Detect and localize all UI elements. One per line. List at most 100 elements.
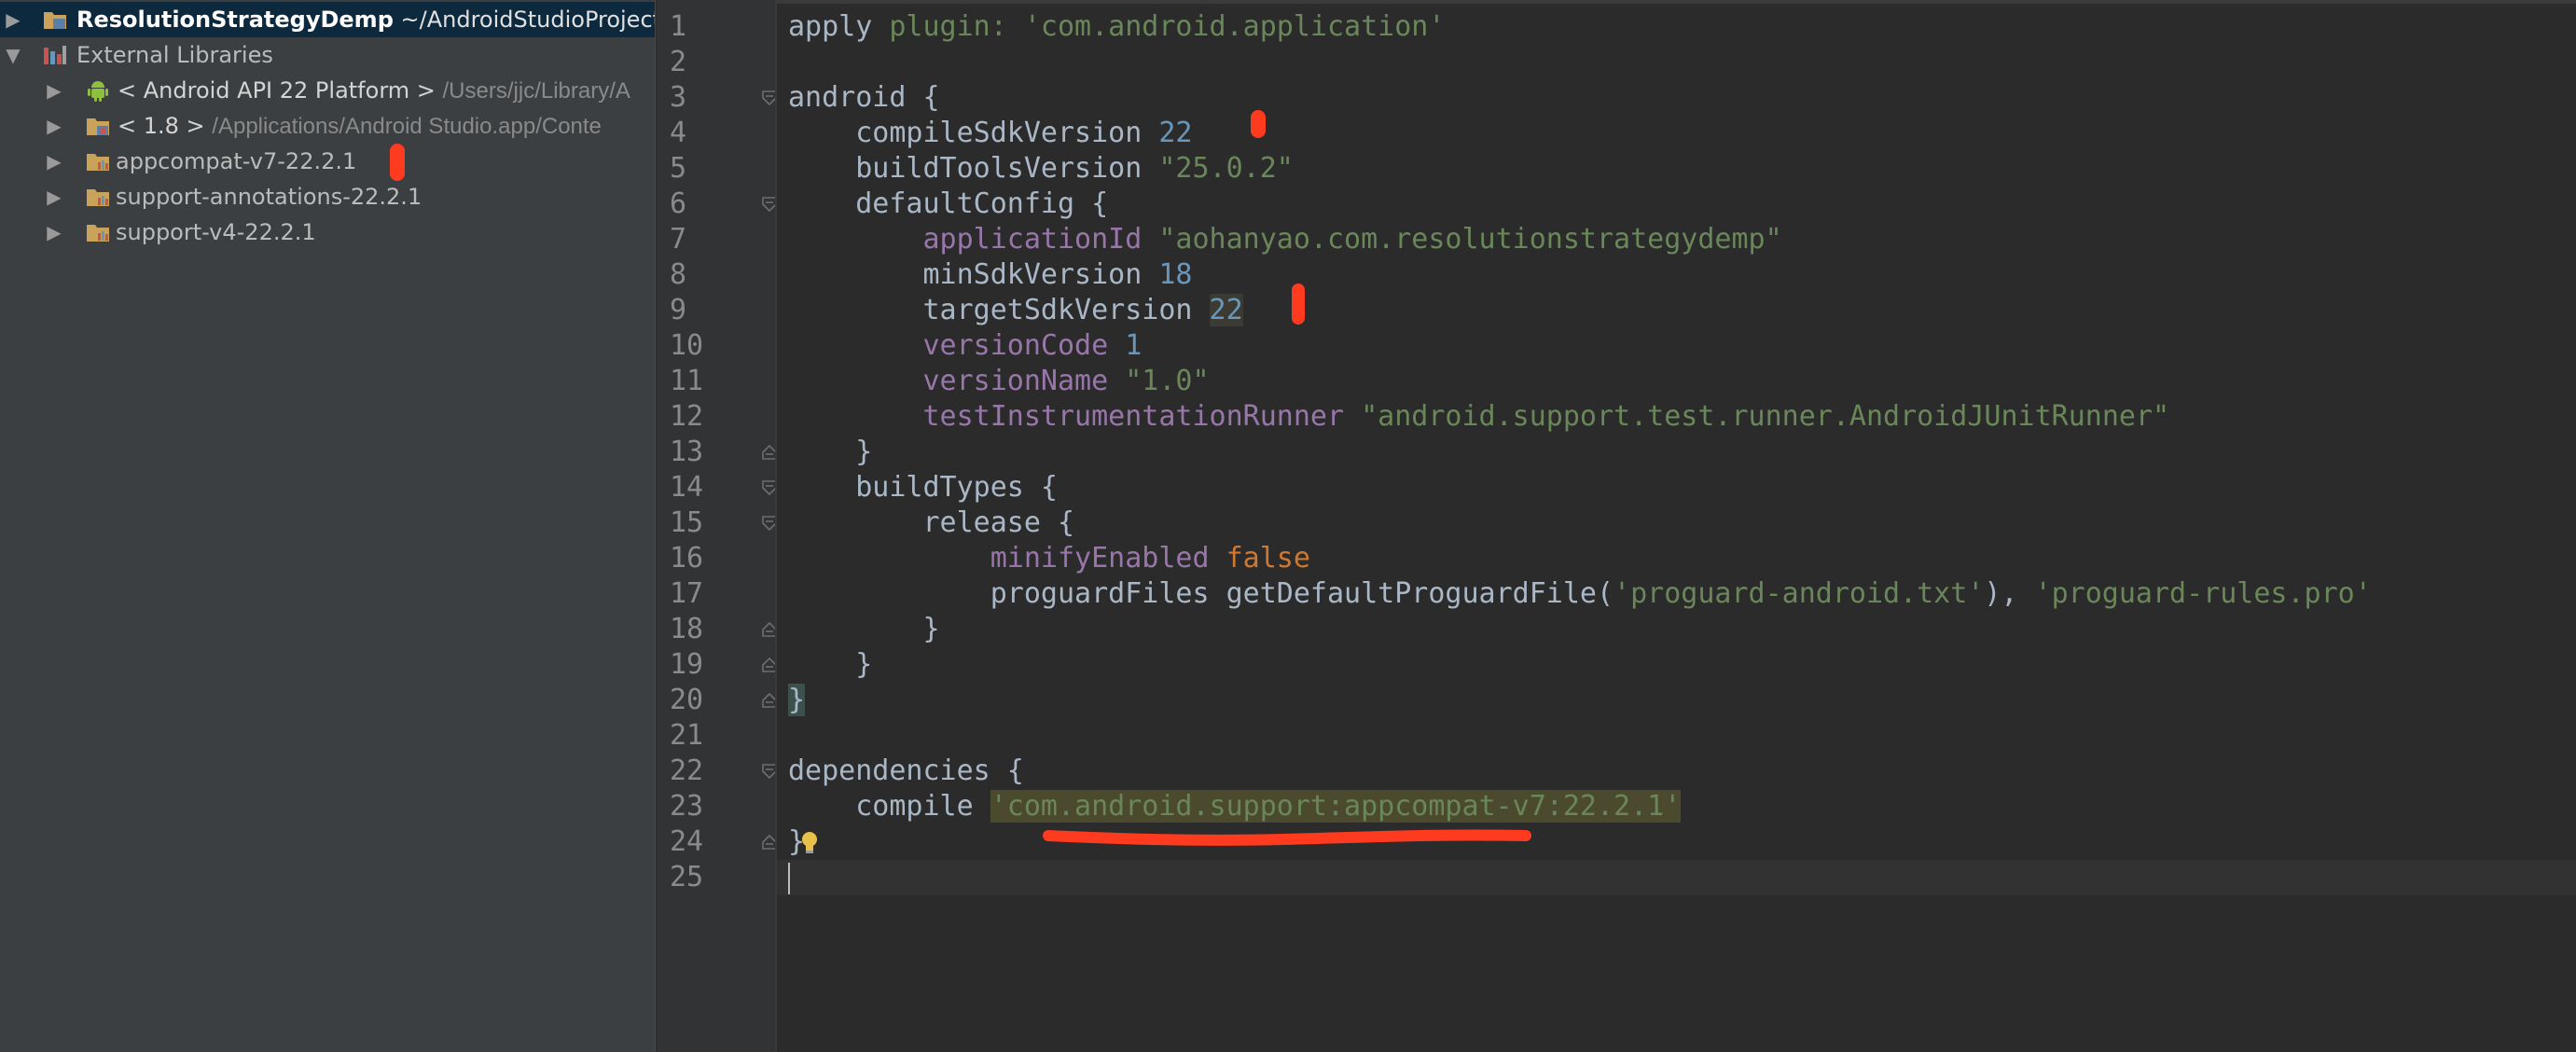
- line-number: 17: [670, 577, 704, 610]
- code-line-13[interactable]: }: [788, 435, 872, 470]
- tree-item-jdk[interactable]: ▶ < 1.8 > /Applications/Android Studio.a…: [0, 108, 655, 144]
- expand-arrow-icon[interactable]: ▶: [45, 73, 63, 108]
- code-line-18[interactable]: }: [788, 612, 940, 647]
- line-number: 24: [670, 825, 704, 858]
- code-token: proguardFiles getDefaultProguardFile(: [788, 577, 1614, 610]
- code-token: buildToolsVersion: [788, 152, 1159, 185]
- expand-arrow-icon[interactable]: ▶: [45, 144, 63, 179]
- tree-item-external-libraries[interactable]: ▼ External Libraries: [0, 37, 655, 73]
- code-token: buildTypes {: [788, 471, 1058, 504]
- line-number: 14: [670, 471, 704, 504]
- code-token: targetSdkVersion: [788, 294, 1210, 326]
- tree-item-label: < 1.8 > /Applications/Android Studio.app…: [118, 113, 602, 139]
- code-token: release {: [788, 506, 1075, 539]
- code-number-highlighted: 22: [1209, 294, 1243, 326]
- line-number: 22: [670, 754, 704, 787]
- line-number: 25: [670, 861, 704, 893]
- code-number: 1: [1125, 329, 1143, 362]
- jdk-folder-icon: [87, 118, 109, 135]
- tree-item-root-module[interactable]: ▶ ResolutionStrategyDemp ~/AndroidStudio…: [0, 2, 655, 37]
- android-icon: [88, 81, 108, 102]
- tree-item-support-annotations[interactable]: ▶ support-annotations-22.2.1: [0, 179, 655, 215]
- expand-arrow-icon[interactable]: ▶: [45, 215, 63, 250]
- line-number: 15: [670, 506, 704, 539]
- code-token: compileSdkVersion: [788, 117, 1159, 149]
- line-number: 5: [670, 152, 687, 185]
- code-line-9[interactable]: targetSdkVersion 22: [788, 293, 1243, 328]
- expand-arrow-icon[interactable]: ▶: [45, 179, 63, 215]
- line-number: 3: [670, 81, 687, 114]
- code-token: compile: [788, 790, 990, 823]
- code-token: apply: [788, 10, 890, 43]
- expand-arrow-icon[interactable]: ▶: [4, 2, 22, 37]
- line-number: 7: [670, 223, 687, 256]
- tree-item-label: appcompat-v7-22.2.1: [116, 148, 357, 174]
- line-number: 10: [670, 329, 704, 362]
- code-line-5[interactable]: buildToolsVersion "25.0.2": [788, 151, 1294, 187]
- code-line-4[interactable]: compileSdkVersion 22: [788, 116, 1192, 151]
- line-number: 16: [670, 542, 704, 574]
- android-studio-window: ▶ ResolutionStrategyDemp ~/AndroidStudio…: [0, 0, 2576, 1052]
- code-token: }: [788, 648, 873, 681]
- code-line-17[interactable]: proguardFiles getDefaultProguardFile('pr…: [788, 576, 2372, 612]
- line-number: 20: [670, 684, 704, 716]
- code-string: "aohanyao.com.resolutionstrategydemp": [1158, 223, 1782, 256]
- tree-item-android-platform[interactable]: ▶ < Android API 22 Platform > /Users/jjc…: [0, 73, 655, 108]
- line-number: 1: [670, 10, 687, 43]
- code-string: 'proguard-android.txt': [1613, 577, 1985, 610]
- code-line-6[interactable]: defaultConfig {: [788, 187, 1108, 222]
- lightbulb-icon[interactable]: [799, 830, 820, 856]
- tree-item-support-v4[interactable]: ▶ support-v4-22.2.1: [0, 215, 655, 250]
- library-icon: [44, 46, 66, 64]
- line-number: 2: [670, 46, 687, 78]
- code-property: applicationId: [922, 223, 1159, 256]
- code-token: minSdkVersion: [788, 258, 1159, 291]
- code-editor[interactable]: 1 2 3 4 5 6 7 8 9 10 11 12 13 14 15 16 1…: [657, 0, 2576, 1052]
- code-token: dependencies {: [788, 754, 1024, 787]
- tree-item-appcompat-v7[interactable]: ▶ appcompat-v7-22.2.1: [0, 144, 655, 179]
- line-number: 19: [670, 648, 704, 681]
- annotation-mark: [1292, 284, 1305, 325]
- collapse-arrow-icon[interactable]: ▼: [4, 37, 22, 73]
- code-line-22[interactable]: dependencies {: [788, 754, 1024, 789]
- code-string: "1.0": [1125, 365, 1210, 397]
- matched-brace: }: [788, 684, 806, 716]
- code-token: defaultConfig {: [788, 187, 1109, 220]
- code-line-16[interactable]: minifyEnabled false: [788, 541, 1310, 576]
- code-line-10[interactable]: versionCode 1: [788, 328, 1143, 364]
- line-number: 12: [670, 400, 704, 433]
- code-line-15[interactable]: release {: [788, 505, 1074, 541]
- code-line-11[interactable]: versionName "1.0": [788, 364, 1210, 399]
- code-line-20[interactable]: }: [788, 683, 806, 718]
- code-property: versionCode: [922, 329, 1126, 362]
- code-keyword: false: [1226, 542, 1310, 574]
- line-number: 23: [670, 790, 704, 823]
- annotation-mark: [1251, 110, 1266, 138]
- expand-arrow-icon[interactable]: ▶: [45, 108, 63, 144]
- code-line-1[interactable]: apply plugin: 'com.android.application': [788, 9, 1445, 45]
- line-number: 13: [670, 436, 704, 468]
- code-line-7[interactable]: applicationId "aohanyao.com.resolutionst…: [788, 222, 1782, 257]
- code-token: }: [788, 613, 940, 645]
- tree-item-label: support-annotations-22.2.1: [116, 184, 422, 210]
- code-string: 'com.android.application': [1023, 10, 1446, 43]
- code-line-8[interactable]: minSdkVersion 18: [788, 257, 1192, 293]
- code-line-25-current[interactable]: [777, 860, 2576, 895]
- code-string: "android.support.test.runner.AndroidJUni…: [1361, 400, 2170, 433]
- line-number: 8: [670, 258, 687, 291]
- code-line-12[interactable]: testInstrumentationRunner "android.suppo…: [788, 399, 2170, 435]
- code-number: 18: [1158, 258, 1193, 291]
- code-token: }: [788, 436, 873, 468]
- code-line-3[interactable]: android {: [788, 80, 940, 116]
- line-number: 21: [670, 719, 704, 752]
- jar-folder-icon: [87, 189, 109, 206]
- line-number: 4: [670, 117, 687, 149]
- code-line-14[interactable]: buildTypes {: [788, 470, 1058, 505]
- code-line-19[interactable]: }: [788, 647, 872, 683]
- line-number: 6: [670, 187, 687, 220]
- code-token: android {: [788, 81, 940, 114]
- jar-folder-icon: [87, 154, 109, 171]
